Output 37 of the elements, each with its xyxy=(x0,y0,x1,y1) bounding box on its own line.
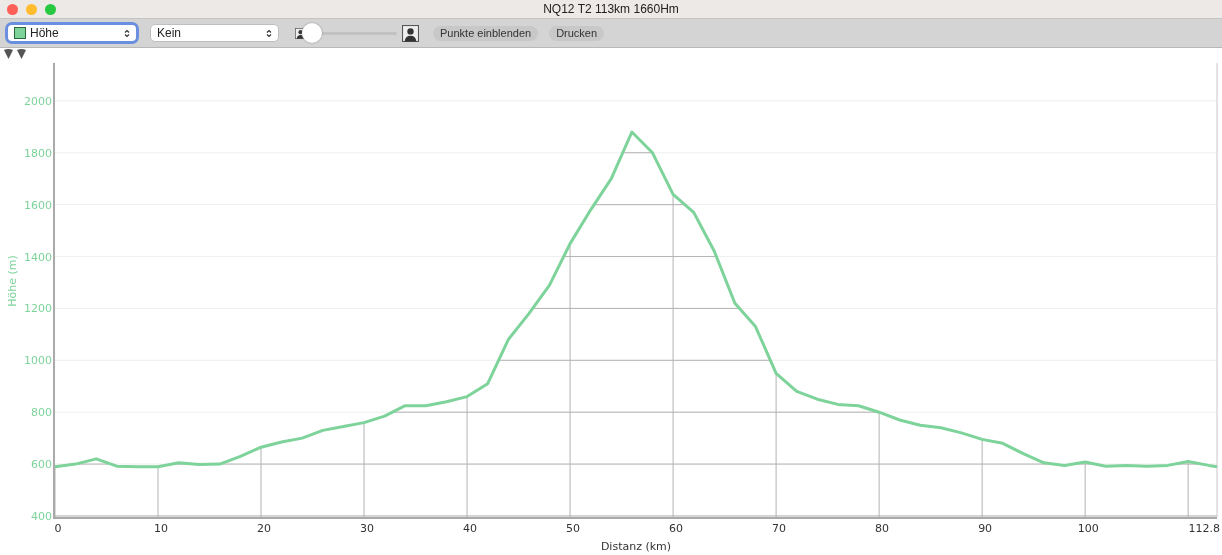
close-button[interactable] xyxy=(7,3,18,15)
series-dropdown[interactable]: Höhe xyxy=(8,25,136,41)
y-tick-label: 1200 xyxy=(24,302,52,316)
y-tick-label: 2000 xyxy=(24,94,52,108)
y-tick-label: 400 xyxy=(31,509,52,523)
x-tick-label: 10 xyxy=(154,522,168,535)
marker-icon[interactable] xyxy=(3,49,14,60)
x-tick-label: 0 xyxy=(54,522,62,535)
person-icon xyxy=(402,24,419,42)
slider-thumb[interactable] xyxy=(302,23,322,43)
y-tick-label: 1000 xyxy=(24,354,52,368)
y-axis-title: Höhe (m) xyxy=(6,255,19,307)
x-axis-title: Distanz (km) xyxy=(600,540,672,553)
x-tick-label: 60 xyxy=(669,522,684,535)
x-tick-label: 50 xyxy=(566,522,581,535)
x-tick-label: 30 xyxy=(360,522,375,535)
x-tick-label: 100 xyxy=(1077,522,1099,535)
zoom-button[interactable] xyxy=(45,3,56,15)
x-tick-label: 20 xyxy=(257,522,272,535)
marker-icon[interactable] xyxy=(16,49,27,60)
x-tick-label: 80 xyxy=(875,522,890,535)
chevron-icon xyxy=(124,28,130,38)
x-tick-label: 70 xyxy=(772,522,787,535)
y-tick-label: 800 xyxy=(31,406,52,420)
y-tick-label: 1800 xyxy=(24,146,52,160)
x-tick-label: 40 xyxy=(463,522,478,535)
x-tick-label: 112.8 xyxy=(1188,522,1220,535)
y-tick-label: 1600 xyxy=(24,198,52,212)
overlay-dropdown[interactable]: Kein xyxy=(151,25,278,41)
x-tick-label: 90 xyxy=(978,522,993,535)
y-tick-label: 600 xyxy=(31,458,52,472)
toolbar-button[interactable]: Punkte einblenden xyxy=(433,25,539,41)
minimize-button[interactable] xyxy=(26,3,37,15)
y-tick-label: 1400 xyxy=(24,250,52,264)
chevron-icon xyxy=(266,28,272,38)
window-title: NQ12 T2 113km 1660Hm xyxy=(542,2,680,16)
toolbar-button[interactable]: Drucken xyxy=(549,25,605,41)
